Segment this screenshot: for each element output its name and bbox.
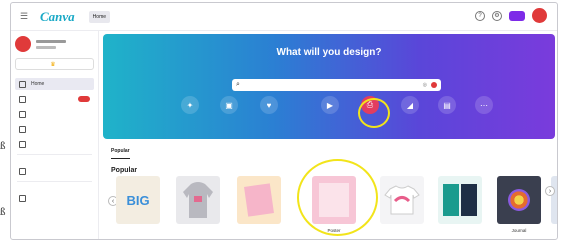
search-icon: ⌕ (236, 81, 240, 88)
template-thumbnail (497, 176, 541, 224)
design-search[interactable]: ⌕ ◎ (232, 79, 441, 91)
sidebar-item-brand[interactable] (15, 123, 94, 135)
template-card[interactable]: Poster (312, 176, 356, 233)
category-tabs: Popular (111, 144, 190, 159)
hoodie-icon (183, 182, 213, 218)
account-switcher[interactable] (15, 36, 94, 52)
poster-graphic (319, 183, 349, 217)
sidebar-item-bottom[interactable] (15, 192, 94, 204)
try-canva-pro-button[interactable]: ♛ (15, 58, 94, 70)
nav-design-spotlight[interactable] (115, 11, 123, 23)
account-name (36, 39, 66, 49)
nav-home[interactable]: Home (88, 10, 111, 23)
tshirt-icon (384, 185, 420, 215)
sidebar-item-projects[interactable] (15, 93, 94, 105)
sparkle-icon: ✦ (181, 96, 199, 114)
scroll-right-button[interactable]: › (545, 186, 555, 196)
template-card[interactable]: Journal (497, 176, 541, 233)
sidebar: ♛ Home (11, 31, 99, 239)
category-social-media[interactable]: ♥ (253, 96, 285, 117)
template-thumbnail (176, 176, 220, 224)
nav-pricing[interactable] (154, 11, 162, 23)
category-more[interactable]: ⋯ (468, 96, 500, 117)
template-thumbnail (380, 176, 424, 224)
section-title: Popular (111, 167, 138, 174)
template-thumbnail (312, 176, 356, 224)
hero-banner: What will you design? ⌕ ◎ ✦ ▣ ♥ ▶ ⎙ ◢ ▤ … (103, 34, 555, 139)
trash-icon (19, 140, 26, 148)
sidebar-item-home[interactable]: Home (15, 78, 94, 90)
category-for-you[interactable]: ✦ (174, 96, 206, 117)
brand-icon (19, 125, 26, 133)
sidebar-item-label: Home (31, 81, 45, 87)
template-thumbnail (438, 176, 482, 224)
template-label: Poster (327, 228, 341, 233)
template-thumbnail (551, 176, 557, 224)
grid-icon (19, 194, 26, 202)
top-right-actions: ? ⚙ (475, 8, 547, 23)
tab-popular[interactable]: Popular (111, 144, 130, 159)
category-print-products[interactable]: ⎙ (354, 96, 386, 117)
sidebar-item-create-team[interactable] (15, 165, 94, 177)
search-avatar (431, 82, 437, 88)
more-icon: ⋯ (475, 96, 493, 114)
nav-business[interactable] (128, 11, 136, 23)
top-nav: Home (88, 10, 162, 23)
category-office[interactable]: ▤ (431, 96, 463, 117)
category-marketing[interactable]: ◢ (394, 96, 426, 117)
category-video[interactable]: ▶ (314, 96, 346, 117)
user-avatar[interactable] (532, 8, 547, 23)
sidebar-item-trash[interactable] (15, 138, 94, 150)
sidebar-item-templates[interactable] (15, 108, 94, 120)
journal-graphic (508, 189, 530, 211)
create-design-button[interactable] (509, 10, 525, 21)
template-card[interactable] (551, 176, 557, 228)
camera-icon[interactable]: ◎ (423, 82, 427, 88)
marketing-icon: ◢ (401, 96, 419, 114)
divider (17, 181, 92, 182)
presentation-icon: ▣ (220, 96, 238, 114)
plus-icon (19, 167, 26, 175)
nav-education[interactable] (141, 11, 149, 23)
folder-icon (19, 95, 26, 103)
template-card[interactable] (176, 176, 220, 228)
canva-logo[interactable]: Canva (40, 9, 75, 25)
top-bar: ☰ Canva Home ? ⚙ (11, 3, 557, 31)
video-icon: ▶ (321, 96, 339, 114)
sidebar-section-team (15, 159, 94, 163)
help-icon[interactable]: ? (475, 10, 485, 21)
template-icon (19, 110, 26, 118)
sidebar-section-bottom (15, 186, 94, 190)
template-thumbnail (237, 176, 281, 224)
margin-mark: ß (0, 206, 6, 218)
template-label: Journal (511, 228, 527, 233)
template-card[interactable]: BIG (116, 176, 160, 228)
margin-mark: ß (0, 140, 6, 152)
template-thumbnail: BIG (116, 176, 160, 224)
menu-icon[interactable]: ☰ (20, 11, 34, 22)
print-products-icon: ⎙ (361, 96, 379, 114)
template-card[interactable] (438, 176, 482, 228)
hero-title: What will you design? (276, 47, 382, 58)
divider (17, 154, 92, 155)
category-presentations[interactable]: ▣ (213, 96, 245, 117)
crown-icon: ♛ (50, 61, 56, 68)
invitation-graphic (244, 183, 274, 217)
social-media-icon: ♥ (260, 96, 278, 114)
home-icon (19, 80, 26, 88)
canva-window: ☰ Canva Home ? ⚙ ♛ Home What will you de… (10, 2, 558, 240)
template-card[interactable] (380, 176, 424, 228)
new-badge (78, 96, 90, 102)
design-categories: ✦ ▣ ♥ ▶ ⎙ ◢ ▤ ⋯ (103, 96, 555, 136)
template-card[interactable] (237, 176, 281, 228)
office-icon: ▤ (438, 96, 456, 114)
account-avatar (15, 36, 31, 52)
settings-icon[interactable]: ⚙ (492, 10, 502, 21)
